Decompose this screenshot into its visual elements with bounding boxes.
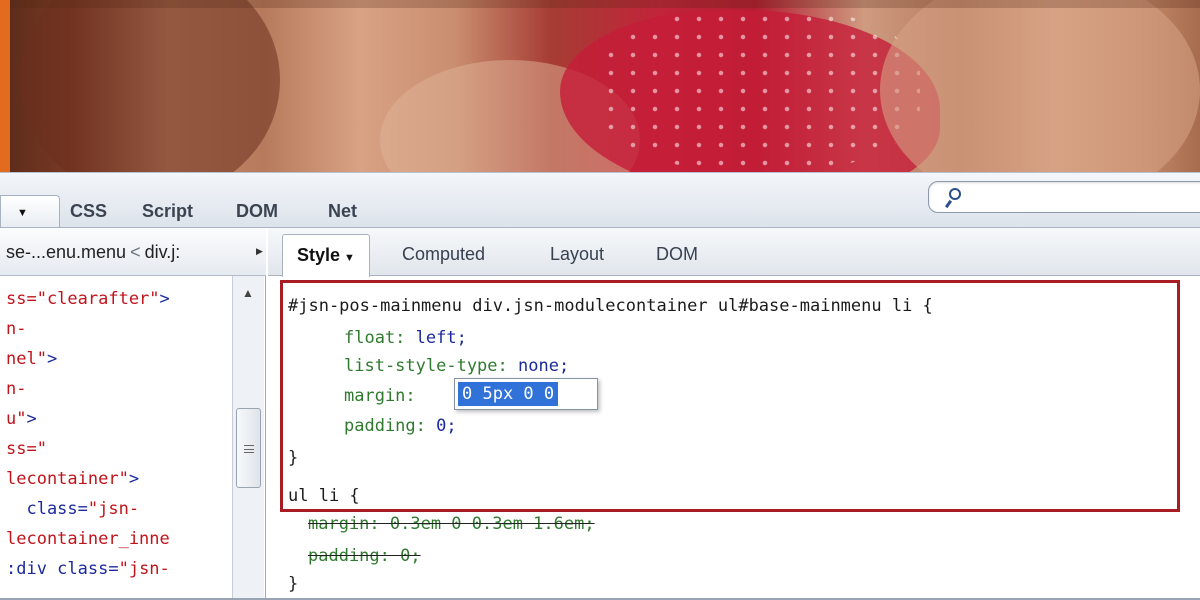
breadcrumb-parent[interactable]: div.j: <box>145 242 181 262</box>
search-input[interactable] <box>969 186 1199 208</box>
photo-shape <box>20 0 280 172</box>
breadcrumb-current[interactable]: se-...enu.menu <box>6 242 126 262</box>
tab-style[interactable]: Style ▼ <box>282 234 370 277</box>
chevron-right-icon[interactable]: ▶ <box>256 246 263 257</box>
css-property-margin[interactable]: margin: <box>344 380 416 412</box>
grip-icon <box>244 445 254 453</box>
scroll-up-arrow-icon[interactable]: ▲ <box>242 286 254 300</box>
css-rule-close: } <box>288 448 299 468</box>
header-photo <box>0 0 1200 172</box>
tab-computed[interactable]: Computed <box>402 244 485 265</box>
tab-dom[interactable]: DOM <box>236 201 278 222</box>
inline-value-editor[interactable]: 0 5px 0 0 <box>454 378 598 410</box>
tab-css[interactable]: CSS <box>70 201 107 222</box>
html-line[interactable]: lecontainer"> <box>6 464 139 494</box>
photo-edge <box>0 0 10 172</box>
tab-net[interactable]: Net <box>328 201 357 222</box>
html-line[interactable]: n- <box>6 374 26 404</box>
chevron-down-icon: ▼ <box>344 252 355 264</box>
css-property-padding[interactable]: padding: 0; <box>344 410 457 442</box>
css-property-overridden[interactable]: padding: 0; <box>308 540 421 572</box>
breadcrumb: se-...enu.menu < div.j: ▶ <box>0 228 266 276</box>
panel-menu-button[interactable]: ▼ <box>0 195 60 227</box>
html-panel: se-...enu.menu < div.j: ▶ ss="clearafter">… <box>0 228 266 600</box>
photo-scarf-pattern <box>600 10 920 170</box>
search-icon <box>944 186 963 209</box>
scrollbar-thumb[interactable] <box>236 408 261 488</box>
side-panel-tabs: Style ▼ Computed Layout DOM <box>268 228 1200 277</box>
css-selector[interactable]: #jsn-pos-mainmenu div.jsn-modulecontaine… <box>288 290 933 322</box>
search-box[interactable] <box>928 181 1200 213</box>
html-line[interactable]: nel"> <box>6 344 57 374</box>
html-line[interactable]: u"> <box>6 404 37 434</box>
breadcrumb-separator: < <box>130 242 141 262</box>
html-line[interactable]: lecontainer_inne <box>6 524 170 554</box>
selected-value-text[interactable]: 0 5px 0 0 <box>458 382 559 406</box>
tab-script[interactable]: Script <box>142 201 193 222</box>
html-line[interactable]: n- <box>6 314 26 344</box>
html-line[interactable]: ss="clearafter"> <box>6 284 170 314</box>
photo-top-shade <box>0 0 1200 8</box>
photo-shape <box>880 0 1200 172</box>
css-rule-close: } <box>288 574 299 594</box>
html-line[interactable]: class="jsn- <box>6 494 139 524</box>
firebug-toolbar: ▼ CSS Script DOM Net <box>0 172 1200 228</box>
tab-layout[interactable]: Layout <box>550 244 604 265</box>
css-side-panel: Style ▼ Computed Layout DOM #jsn-pos-main… <box>268 228 1200 600</box>
tab-side-dom[interactable]: DOM <box>656 244 698 265</box>
html-line[interactable]: :div class="jsn- <box>6 554 170 584</box>
chevron-down-icon: ▼ <box>17 207 28 219</box>
vertical-scrollbar[interactable]: ▲ <box>232 276 264 600</box>
css-property-overridden[interactable]: margin: 0.3em 0 0.3em 1.6em; <box>308 508 595 540</box>
html-line[interactable]: ss=" <box>6 434 47 464</box>
